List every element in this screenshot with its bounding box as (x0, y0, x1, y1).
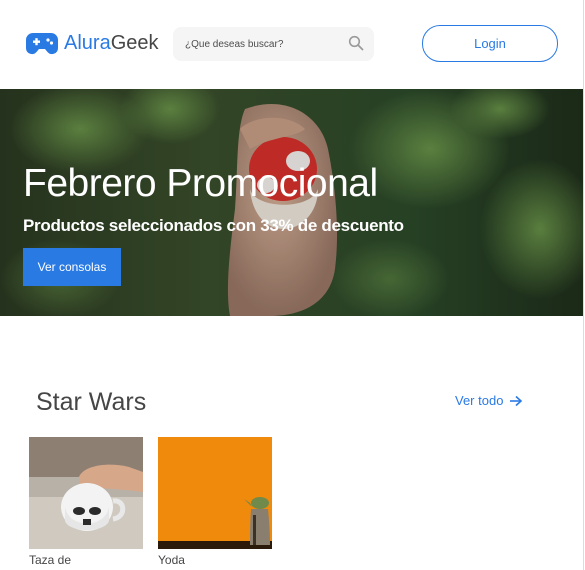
gamepad-icon (26, 33, 58, 55)
logo[interactable]: AluraGeek (26, 30, 159, 56)
view-consoles-button[interactable]: Ver consolas (23, 248, 121, 286)
search-bar (173, 27, 374, 61)
product-image-yoda[interactable] (158, 437, 272, 549)
login-button[interactable]: Login (422, 25, 558, 62)
hero-banner: Febrero Promocional Productos selecciona… (0, 89, 583, 316)
product-image-mug[interactable] (29, 437, 143, 549)
view-all-label: Ver todo (455, 393, 504, 408)
logo-text: AluraGeek (64, 31, 159, 55)
search-icon[interactable] (348, 35, 364, 51)
arrow-right-icon (510, 395, 523, 406)
header: AluraGeek Login (0, 0, 585, 88)
product-name: Yoda (158, 553, 185, 567)
logo-text-alura: Alura (64, 32, 111, 54)
page-edge-divider (583, 0, 584, 570)
product-card[interactable]: Yoda (158, 437, 272, 568)
section-title: Star Wars (36, 388, 147, 416)
search-input[interactable] (185, 35, 335, 53)
view-all-link[interactable]: Ver todo (455, 393, 523, 408)
hero-title: Febrero Promocional (23, 162, 378, 205)
logo-text-geek: Geek (110, 32, 159, 54)
product-name: Taza de (29, 553, 72, 567)
hero-subtitle: Productos seleccionados con 33% de descu… (23, 216, 404, 235)
product-card[interactable]: Taza de (29, 437, 143, 568)
